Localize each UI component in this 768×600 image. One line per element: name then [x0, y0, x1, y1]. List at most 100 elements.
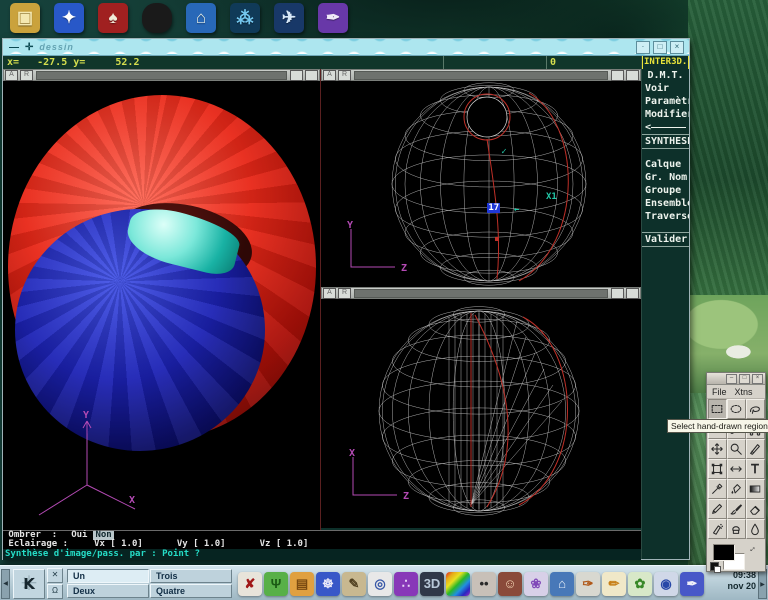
viewport-button-u[interactable] — [290, 70, 303, 81]
tool-magnify[interactable] — [727, 439, 746, 459]
panel-icon-nature-pen[interactable]: ✿ — [628, 572, 652, 596]
desktop-icon-sports[interactable]: ✦ — [54, 3, 84, 33]
lock-screen-button[interactable]: Ω — [47, 584, 63, 599]
desktop-icon-ant[interactable]: ⁂ — [230, 3, 260, 33]
pin-icon[interactable]: ✛ — [25, 42, 33, 53]
panel-hide-left[interactable]: ◀ — [1, 569, 10, 599]
vy-value[interactable]: Vy [ 1.0] — [177, 540, 226, 549]
swap-colors-icon[interactable]: ↔ — [745, 541, 758, 554]
viewport-button-a[interactable]: A — [323, 70, 336, 81]
menu-item[interactable]: SYNTHESE — [642, 134, 689, 149]
desktop-icon-cards[interactable]: ♠ — [98, 3, 128, 33]
ombrer-option-oui[interactable]: Oui — [71, 531, 87, 540]
menu-item[interactable]: Traverse — [642, 210, 689, 223]
menu-item[interactable] — [642, 149, 689, 158]
minimize-icon[interactable]: — — [9, 42, 19, 53]
gimp-menu-item[interactable]: File — [712, 387, 727, 397]
viewport-button-r[interactable]: R — [338, 70, 351, 81]
gimp-close-button[interactable]: × — [752, 374, 763, 384]
panel-icon-file-cabinet[interactable]: ▤ — [290, 572, 314, 596]
menu-item[interactable]: Paramètr — [642, 95, 689, 108]
tool-paintbrush[interactable] — [727, 499, 746, 519]
viewport-button-o[interactable] — [626, 70, 639, 81]
tool-clone[interactable] — [727, 519, 746, 539]
viewport-button-a[interactable]: A — [323, 288, 336, 299]
desktop-icon-home-install[interactable]: ⌂ — [186, 3, 216, 33]
panel-icon-molecule[interactable]: ∴ — [394, 572, 418, 596]
menu-item[interactable]: D.M.T. — [642, 69, 689, 82]
viewport-button-o[interactable] — [305, 70, 318, 81]
tool-bucket-fill[interactable] — [727, 479, 746, 499]
tool-color-picker[interactable] — [708, 479, 727, 499]
panel-icon-find-doc[interactable]: ◎ — [368, 572, 392, 596]
menu-item[interactable]: Calque — [642, 158, 689, 171]
desktop-icon-penguin[interactable] — [142, 3, 172, 33]
foreground-color-swatch[interactable] — [713, 544, 735, 561]
panel-icon-flowers[interactable]: ❀ — [524, 572, 548, 596]
viewport-button-u[interactable] — [611, 288, 624, 299]
tool-rect-select[interactable] — [708, 399, 727, 419]
panel-clock[interactable]: 09:38 nov 20 — [727, 570, 756, 592]
menu-item[interactable] — [642, 223, 689, 232]
vz-value[interactable]: Vz [ 1.0] — [260, 540, 309, 549]
panel-icon-tropical-desktop[interactable]: Ψ — [264, 572, 288, 596]
tool-crop[interactable] — [746, 439, 765, 459]
tool-eraser[interactable] — [746, 499, 765, 519]
tool-pencil[interactable] — [708, 499, 727, 519]
tool-ellipse-select[interactable] — [727, 399, 746, 419]
gimp-titlebar[interactable]: – □ × — [707, 373, 765, 385]
panel-icon-3d-logo[interactable]: 3D — [420, 572, 444, 596]
vx-value[interactable]: Vx [ 1.0] — [94, 540, 143, 549]
panel-icon-portrait[interactable]: ☺ — [498, 572, 522, 596]
tool-move[interactable] — [708, 439, 727, 459]
viewport-button-a[interactable]: A — [5, 70, 18, 81]
maximize-button[interactable]: □ — [653, 41, 667, 54]
viewport-button-o[interactable] — [626, 288, 639, 299]
window-list-button[interactable]: ✕ — [47, 568, 63, 583]
menu-item[interactable]: < — [642, 121, 689, 134]
tool-airbrush[interactable] — [708, 519, 727, 539]
panel-icon-sign-pen[interactable]: ✑ — [576, 572, 600, 596]
pager-un[interactable]: Un — [67, 569, 149, 583]
menu-item[interactable]: Valider — [642, 232, 689, 247]
gimp-maximize-button[interactable]: □ — [739, 374, 750, 384]
menu-item[interactable]: Groupe — [642, 184, 689, 197]
panel-icon-pencil[interactable]: ✏ — [602, 572, 626, 596]
panel-hide-right[interactable]: ▶ — [758, 569, 767, 599]
tool-convolve[interactable] — [746, 519, 765, 539]
pager-deux[interactable]: Deux — [67, 584, 149, 598]
tool-blend[interactable] — [746, 479, 765, 499]
panel-icon-gimp[interactable]: •• — [472, 572, 496, 596]
close-button[interactable]: × — [670, 41, 684, 54]
panel-icon-book-x[interactable]: ✘ — [238, 572, 262, 596]
gimp-minimize-button[interactable]: – — [726, 374, 737, 384]
menu-item[interactable]: Gr. Nom. — [642, 171, 689, 184]
menu-item[interactable]: Voir — [642, 82, 689, 95]
viewport-button-r[interactable]: R — [338, 288, 351, 299]
tool-flip[interactable] — [727, 459, 746, 479]
menu-item[interactable]: Modifier — [642, 108, 689, 121]
panel-icon-globe-mouse[interactable]: ◉ — [654, 572, 678, 596]
tool-free-select[interactable] — [746, 399, 765, 419]
pager-trois[interactable]: Trois — [150, 569, 232, 583]
gimp-menu-item[interactable]: Xtns — [735, 387, 753, 397]
viewport-button-u[interactable] — [611, 70, 624, 81]
tool-transform[interactable] — [708, 459, 727, 479]
desktop-icon-package[interactable]: ▣ — [10, 3, 40, 33]
panel-icon-home-web[interactable]: ⌂ — [550, 572, 574, 596]
panel-icon-ship-wheel[interactable]: ☸ — [316, 572, 340, 596]
default-colors-icon[interactable] — [710, 562, 719, 571]
panel-icon-box-tools[interactable]: ✎ — [342, 572, 366, 596]
inter3d-titlebar[interactable]: — ✛ dessin · □ × — [3, 39, 689, 56]
viewport-bottom-canvas[interactable]: X Z — [321, 299, 641, 528]
desktop-icon-plane-pen[interactable]: ✈ — [274, 3, 304, 33]
shade-button[interactable]: · — [636, 41, 650, 54]
panel-icon-palette[interactable] — [446, 572, 470, 596]
viewport-top-canvas[interactable]: Y Z ✓ X1 17 ← — [321, 81, 641, 287]
viewport-button-r[interactable]: R — [20, 70, 33, 81]
k-menu-button[interactable]: ✳ K — [13, 569, 45, 599]
viewport-main-canvas[interactable]: Y X — [3, 81, 320, 530]
panel-icon-draw-new[interactable]: ✒ — [680, 572, 704, 596]
menu-item[interactable]: Ensemble — [642, 197, 689, 210]
desktop-icon-notes[interactable]: ✒ — [318, 3, 348, 33]
